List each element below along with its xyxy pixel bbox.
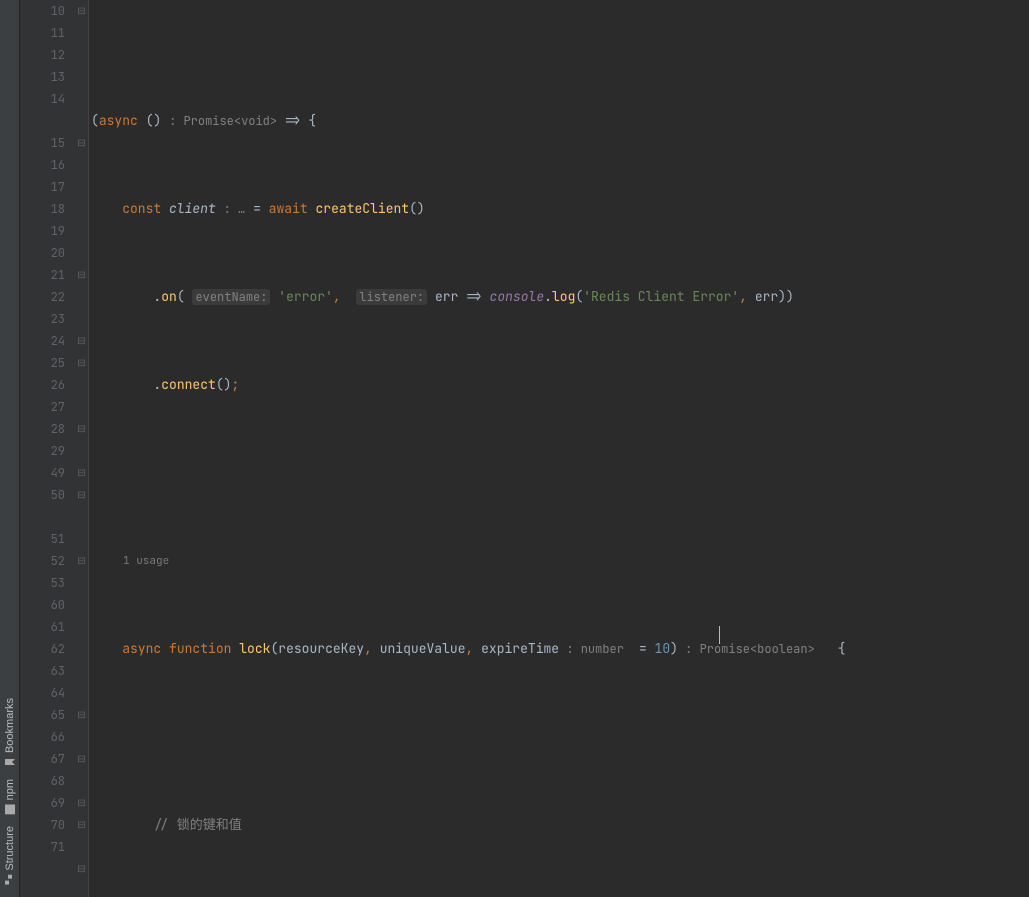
fold-gutter[interactable]: ⊟⊟⊟⊟⊟⊟⊟⊟⊟⊟⊟⊟⊟⊟ [75,0,89,897]
bookmark-icon [5,757,15,767]
code-editor[interactable]: 1011121314 15161718192021222324252627282… [20,0,1029,897]
structure-tool[interactable]: Structure [4,826,16,885]
npm-icon [5,804,15,814]
npm-label: npm [4,779,16,800]
tool-window-bar[interactable]: Bookmarks npm Structure [0,0,20,897]
usages-hint[interactable]: 1 usage [91,550,1029,572]
bookmarks-label: Bookmarks [4,698,16,753]
text-cursor [719,626,720,644]
code-area[interactable]: (async () : Promise<void> => { const cli… [89,0,1029,897]
line-number-gutter[interactable]: 1011121314 15161718192021222324252627282… [20,0,75,897]
structure-icon [5,875,15,885]
npm-tool[interactable]: npm [4,779,16,814]
bookmarks-tool[interactable]: Bookmarks [4,698,16,767]
structure-label: Structure [4,826,16,871]
